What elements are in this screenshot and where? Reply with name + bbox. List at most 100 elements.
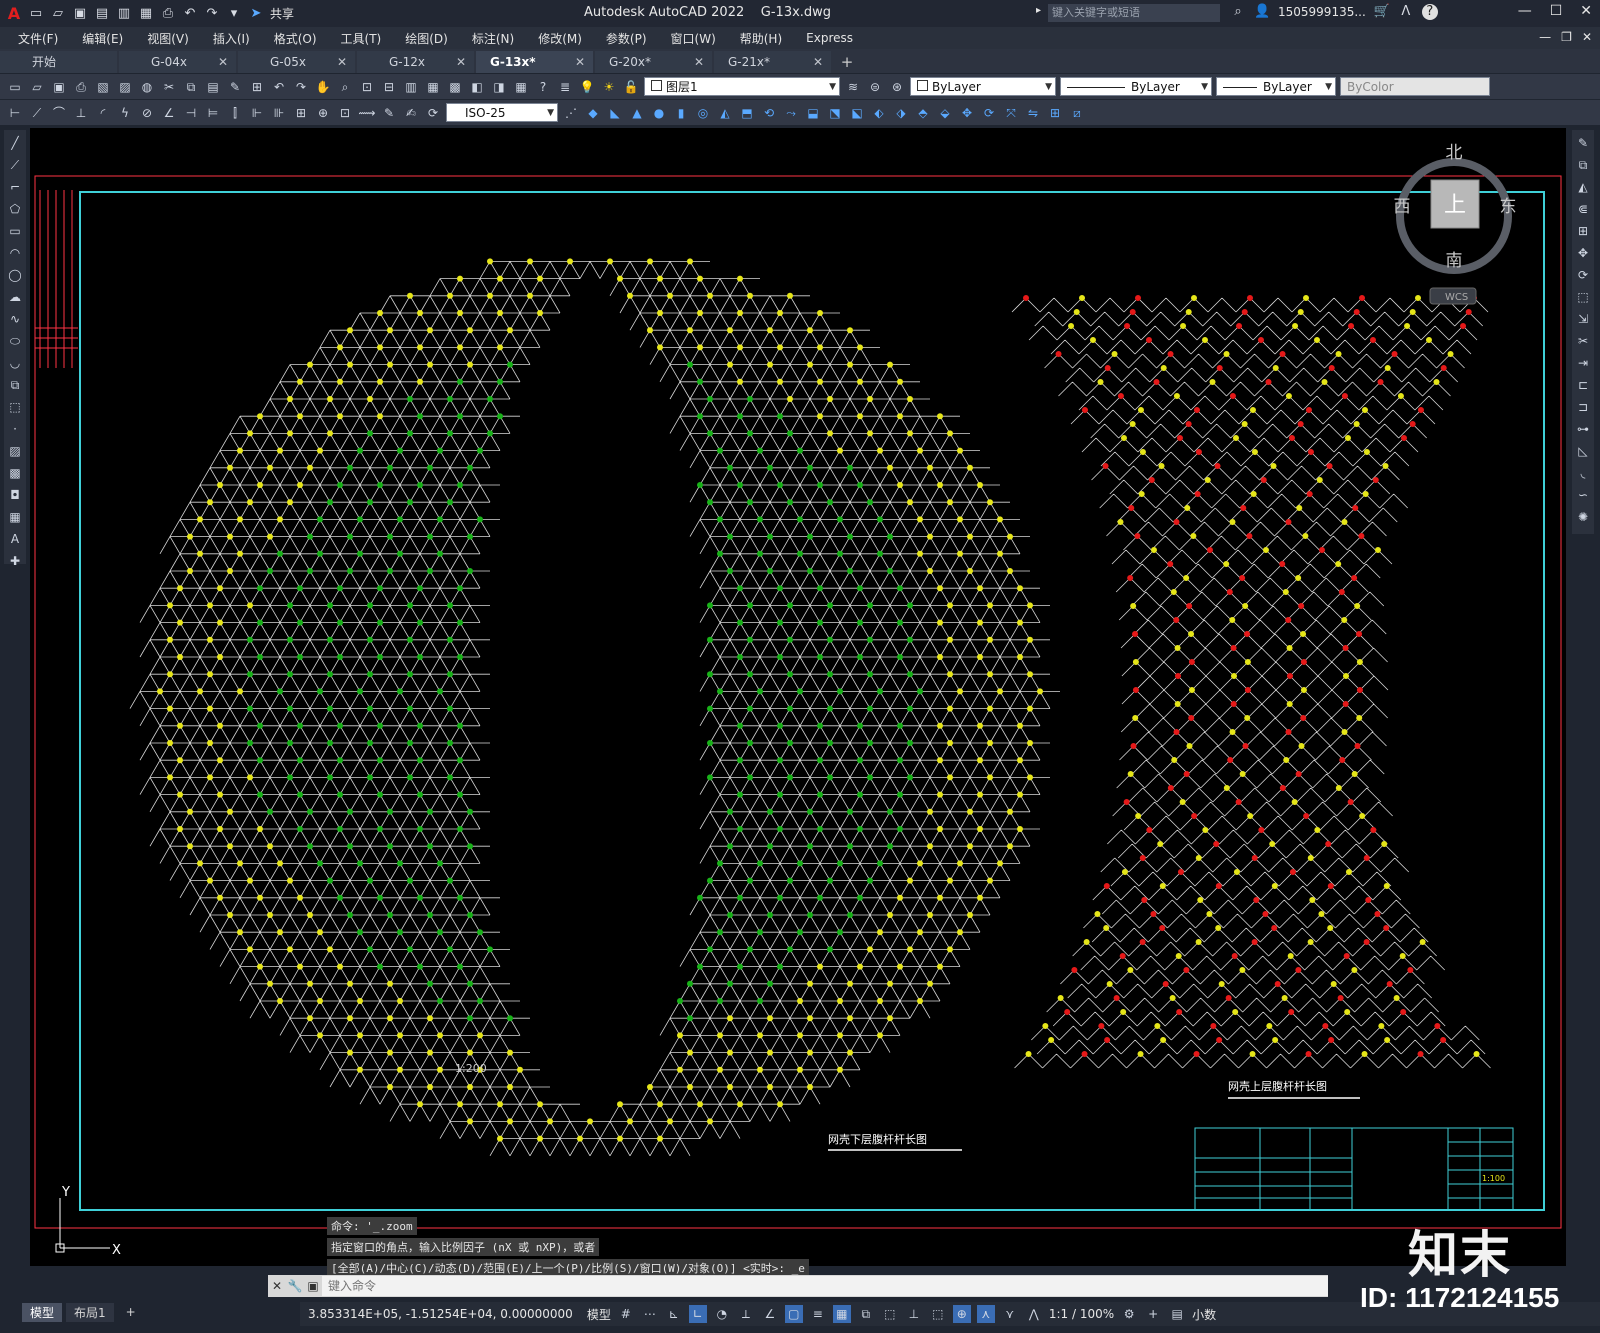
search-input[interactable]: 键入关键字或短语 — [1048, 4, 1220, 22]
ellipse-icon[interactable]: ⬭ — [6, 332, 24, 350]
tab-layout1[interactable]: 布局1 — [66, 1302, 114, 1322]
plot-icon[interactable]: ⎙ — [160, 6, 176, 22]
copy-icon[interactable]: ⧉ — [182, 78, 200, 96]
move-icon[interactable]: ✥ — [1574, 244, 1592, 262]
annotation-scale-value[interactable]: 1:1 / 100% — [1049, 1307, 1114, 1321]
ellipse-arc-icon[interactable]: ◡ — [6, 354, 24, 372]
tab-g-12x[interactable]: G-12x ✕ — [357, 51, 474, 73]
command-customize-icon[interactable]: 🔧 — [286, 1279, 304, 1293]
dim-edit-icon[interactable]: ✎ — [380, 104, 398, 122]
coordinates-readout[interactable]: 3.853314E+05, -1.51254E+04, 0.00000000 — [308, 1307, 573, 1321]
tab-g-04x[interactable]: G-04x ✕ — [119, 51, 236, 73]
redo-icon[interactable]: ↷ — [204, 6, 220, 22]
dim-break-icon[interactable]: ⊪ — [270, 104, 288, 122]
sweep-icon[interactable]: ⤳ — [782, 104, 800, 122]
menu-file[interactable]: 文件(F) — [6, 30, 70, 47]
circle-icon[interactable]: ◯ — [6, 266, 24, 284]
wcs-label[interactable]: WCS — [1445, 292, 1468, 303]
grid-icon[interactable]: # — [617, 1305, 635, 1323]
units-value[interactable]: 小数 — [1192, 1306, 1216, 1323]
intersect-icon[interactable]: ⬖ — [870, 104, 888, 122]
shell-icon[interactable]: ⬗ — [892, 104, 910, 122]
sheet-set-icon[interactable]: ◧ — [468, 78, 486, 96]
menu-format[interactable]: 格式(O) — [262, 30, 329, 47]
zoom-previous-icon[interactable]: ⊟ — [380, 78, 398, 96]
model-space-toggle[interactable]: 模型 — [587, 1306, 611, 1323]
fillet-icon[interactable]: ◟ — [1574, 464, 1592, 482]
inspect-icon[interactable]: ⊡ — [336, 104, 354, 122]
tab-close-icon[interactable]: ✕ — [218, 51, 228, 73]
workspace-gear-icon[interactable]: ⚙ — [1120, 1305, 1138, 1323]
plotstyle-dropdown[interactable]: ByColor — [1340, 77, 1490, 96]
dim-style-icon[interactable]: ⋰ — [562, 104, 580, 122]
menu-view[interactable]: 视图(V) — [135, 30, 201, 47]
selection-cycling-icon[interactable]: ⧉ — [857, 1305, 875, 1323]
quick-dim-icon[interactable]: ⊣ — [182, 104, 200, 122]
menu-tools[interactable]: 工具(T) — [329, 30, 394, 47]
search-icon[interactable]: ⌕ — [1230, 4, 1246, 20]
revcloud-icon[interactable]: ☁ — [6, 288, 24, 306]
polygon-icon[interactable]: ⬠ — [6, 200, 24, 218]
section-plane-icon[interactable]: ⧄ — [1068, 104, 1086, 122]
ortho-icon[interactable]: ∟ — [688, 1305, 707, 1323]
menu-insert[interactable]: 插入(I) — [201, 30, 262, 47]
properties-icon[interactable]: ▥ — [402, 78, 420, 96]
zoom-window-icon[interactable]: ⊡ — [358, 78, 376, 96]
explode-icon[interactable]: ✺ — [1574, 508, 1592, 526]
break-at-point-icon[interactable]: ⊏ — [1574, 376, 1592, 394]
color-dropdown[interactable]: ByLayer ▼ — [910, 77, 1056, 96]
minimize-icon[interactable]: — — [1518, 3, 1532, 19]
tab-close-icon[interactable]: ✕ — [694, 51, 704, 73]
extend-icon[interactable]: ⇥ — [1574, 354, 1592, 372]
wedge-icon[interactable]: ◣ — [606, 104, 624, 122]
arc-icon[interactable]: ◠ — [6, 244, 24, 262]
save-icon[interactable]: ▣ — [50, 78, 68, 96]
save-icon[interactable]: ▣ — [72, 6, 88, 22]
search-expand-icon[interactable]: ▸ — [1036, 5, 1041, 16]
web-mobile-save-icon[interactable]: ▦ — [138, 6, 154, 22]
gradient-icon[interactable]: ▩ — [6, 464, 24, 482]
loft-icon[interactable]: ⬓ — [804, 104, 822, 122]
dim-text-edit-icon[interactable]: ✍ — [402, 104, 420, 122]
construction-line-icon[interactable]: ⟋ — [6, 156, 24, 174]
presspull-icon[interactable]: ⬙ — [936, 104, 954, 122]
quickcalc-icon[interactable]: ▦ — [512, 78, 530, 96]
object-snap-icon[interactable]: ▢ — [784, 1305, 803, 1323]
user-icon[interactable]: 👤 — [1254, 4, 1270, 20]
tool-palettes-icon[interactable]: ▩ — [446, 78, 464, 96]
close-icon[interactable]: ✕ — [1580, 3, 1592, 19]
chamfer-icon[interactable]: ◺ — [1574, 442, 1592, 460]
save-as-icon[interactable]: ▤ — [94, 6, 110, 22]
rectangle-icon[interactable]: ▭ — [6, 222, 24, 240]
tolerance-icon[interactable]: ⊞ — [292, 104, 310, 122]
dim-ordinate-icon[interactable]: ⊥ — [72, 104, 90, 122]
mirror-icon[interactable]: ◭ — [1574, 178, 1592, 196]
doc-minimize-icon[interactable]: — — [1539, 30, 1551, 44]
paste-icon[interactable]: ▤ — [204, 78, 222, 96]
undo-icon[interactable]: ↶ — [182, 6, 198, 22]
polyline-icon[interactable]: ⌐ — [6, 178, 24, 196]
user-name[interactable]: 1505999135... — [1278, 5, 1366, 19]
dim-linear-icon[interactable]: ⊢ — [6, 104, 24, 122]
layer-state-icon[interactable]: ⊛ — [888, 78, 906, 96]
plot-icon[interactable]: ⎙ — [72, 78, 90, 96]
rotate-icon[interactable]: ⟳ — [1574, 266, 1592, 284]
autocad-logo-icon[interactable]: A — [6, 5, 22, 22]
join-icon[interactable]: ⊶ — [1574, 420, 1592, 438]
spline-icon[interactable]: ∿ — [6, 310, 24, 328]
snap-icon[interactable]: ⋯ — [641, 1305, 659, 1323]
dynamic-ucs-icon[interactable]: ⊥ — [905, 1305, 923, 1323]
torus-icon[interactable]: ◎ — [694, 104, 712, 122]
markup-icon[interactable]: ◨ — [490, 78, 508, 96]
jogged-linear-icon[interactable]: ⟿ — [358, 104, 376, 122]
hatch-icon[interactable]: ▨ — [6, 442, 24, 460]
open-file-icon[interactable]: ▱ — [50, 6, 66, 22]
menu-help[interactable]: 帮助(H) — [728, 30, 794, 47]
lineweight-icon[interactable]: ≡ — [809, 1305, 827, 1323]
cut-icon[interactable]: ✂ — [160, 78, 178, 96]
tab-g-05x[interactable]: G-05x ✕ — [238, 51, 355, 73]
viewcube-north-label[interactable]: 北 — [1446, 143, 1463, 163]
dim-radius-icon[interactable]: ◜ — [94, 104, 112, 122]
customize-dropdown-icon[interactable]: ▾ — [226, 6, 242, 22]
tab-start[interactable]: 开始 — [0, 51, 117, 73]
